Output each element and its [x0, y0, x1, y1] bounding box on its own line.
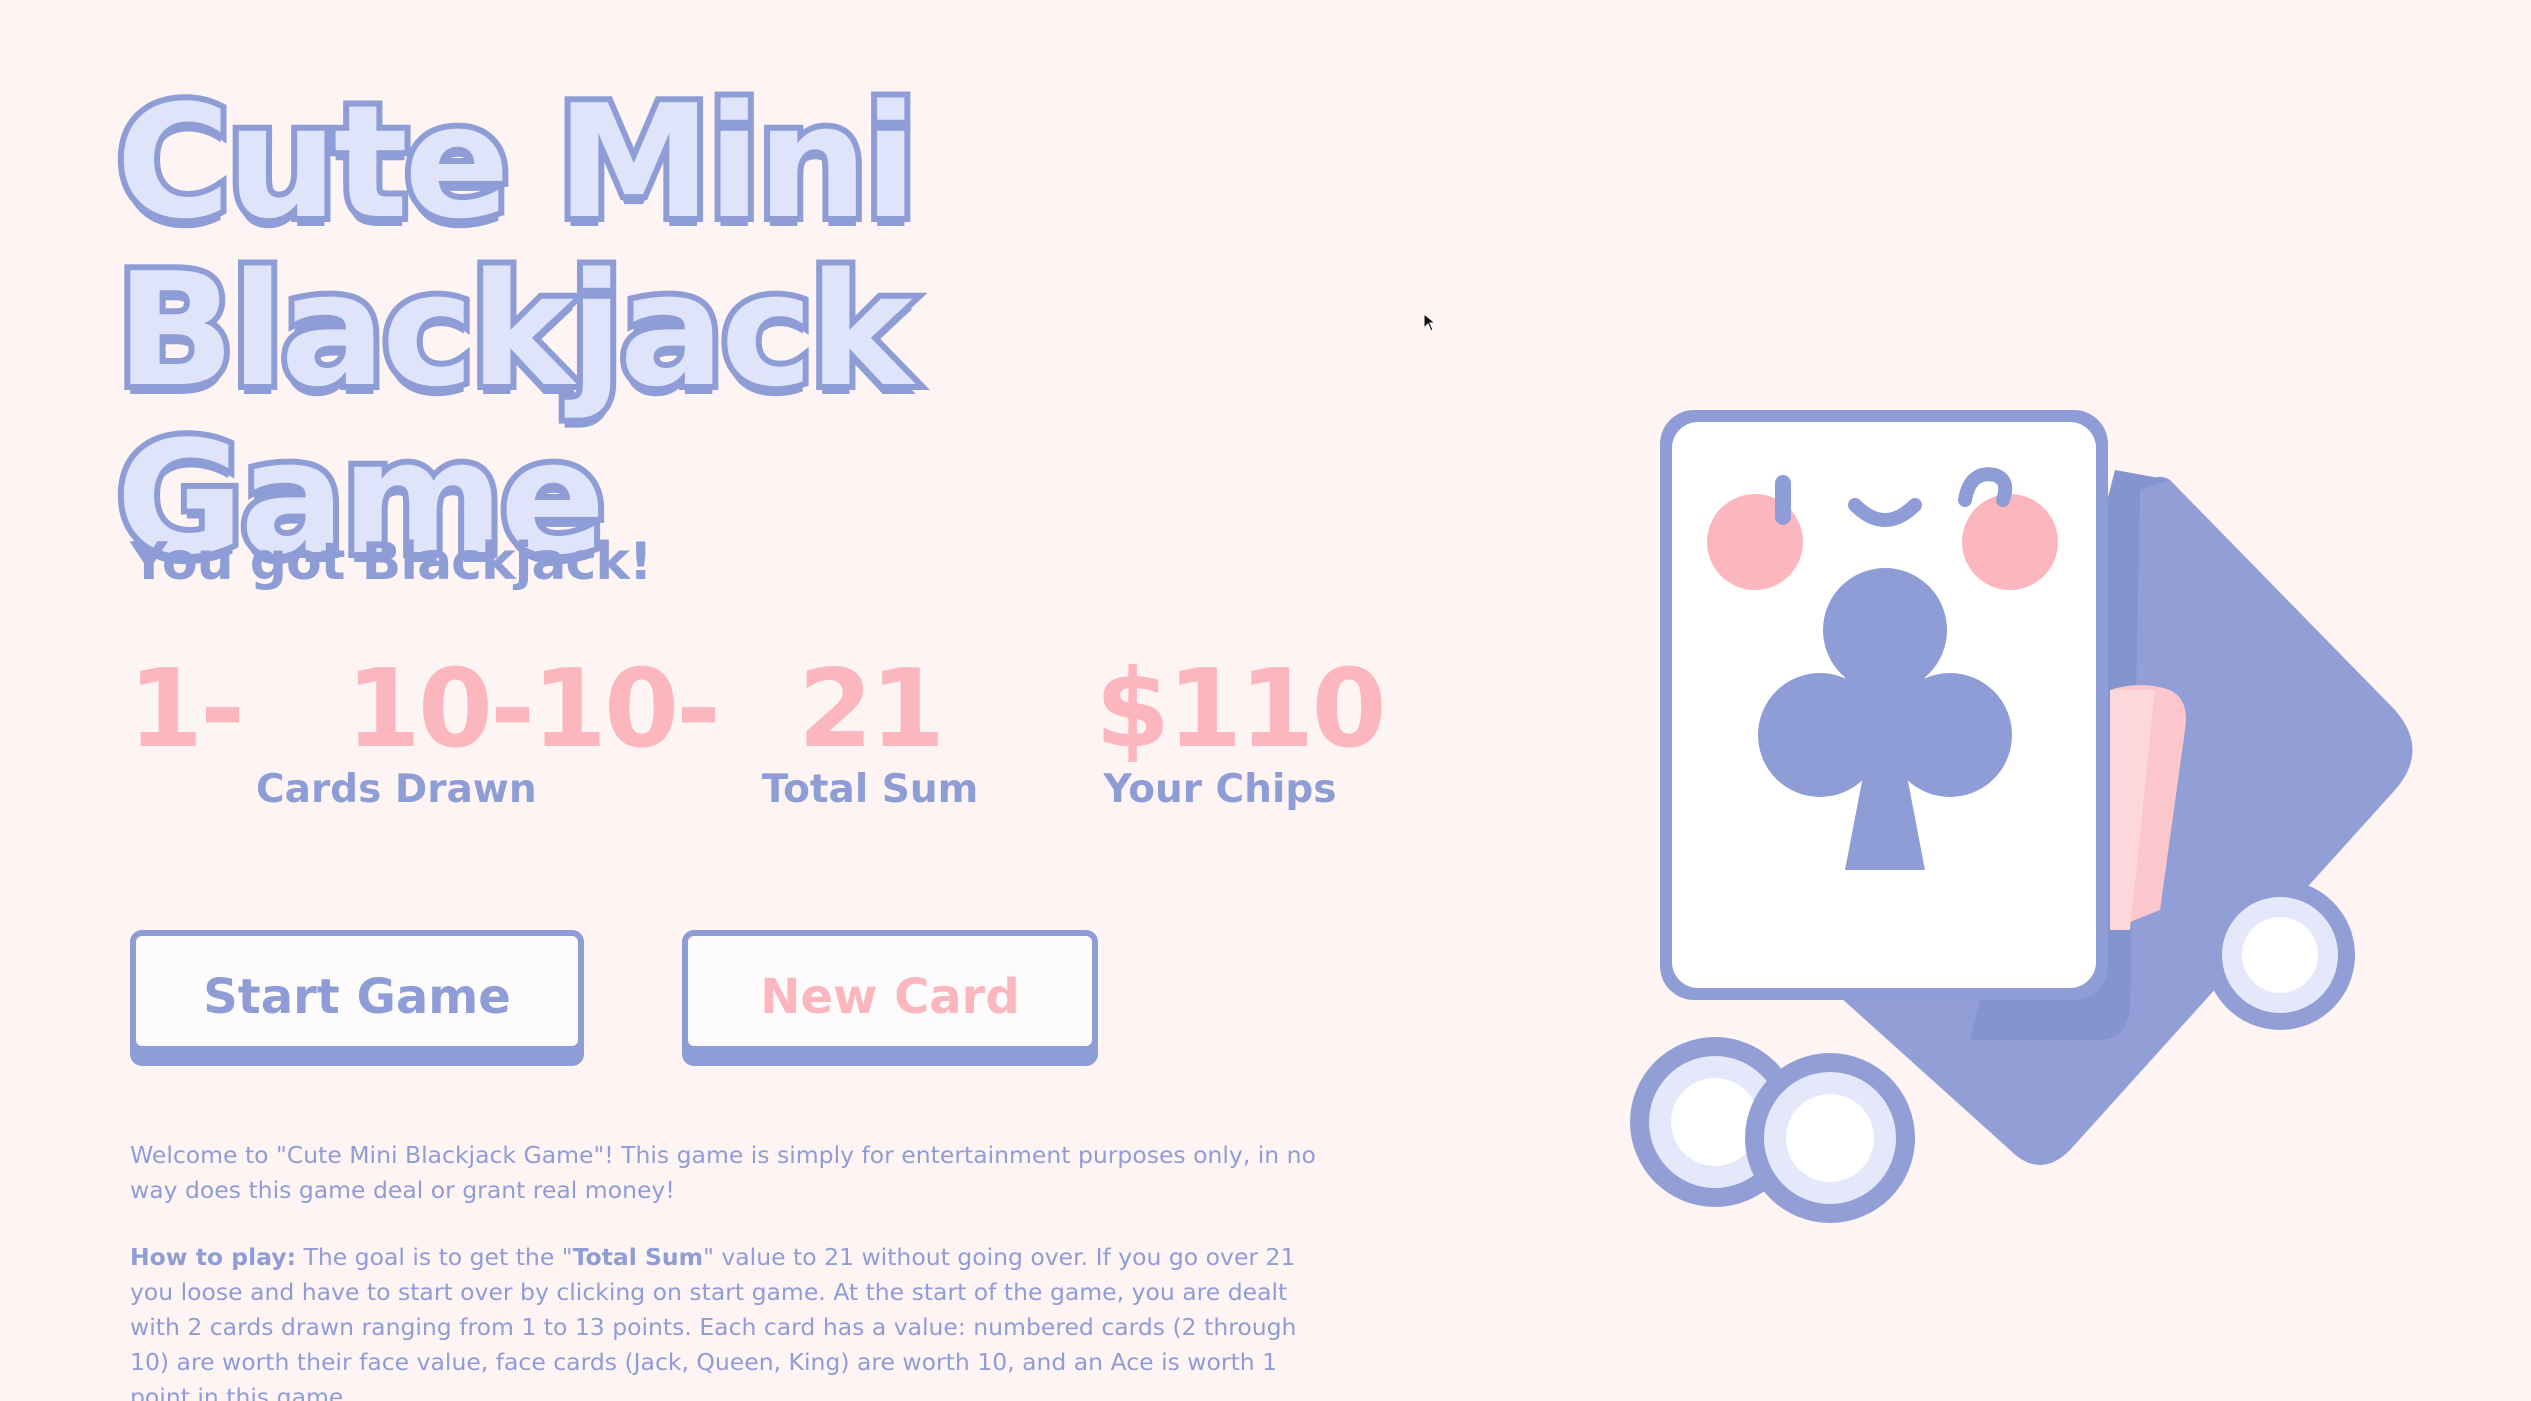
total-sum-stat: 21 Total Sum — [760, 645, 980, 812]
playing-card-icon — [1660, 410, 2108, 1000]
mouse-pointer-icon — [1423, 313, 1437, 332]
game-title: Cute Mini Blackjack Game — [110, 71, 1416, 588]
total-sum-label: Total Sum — [761, 767, 979, 812]
title-line-1: Cute Mini — [110, 71, 923, 253]
how-to-play-text: How to play: The goal is to get the "Tot… — [130, 1240, 1330, 1401]
intro-text: Welcome to "Cute Mini Blackjack Game"! T… — [130, 1141, 1316, 1204]
chips-label: Your Chips — [1103, 767, 1337, 812]
new-card-button[interactable]: New Card — [682, 930, 1098, 1052]
total-sum-value: 21 — [797, 647, 945, 772]
cards-drawn-value: 1- 10-10- — [128, 647, 721, 772]
cards-drawn-stat: 1- 10-10- Cards Drawn — [128, 645, 721, 812]
poker-chip-right-icon — [1745, 1053, 1915, 1223]
status-message: You got Blackjack! — [130, 532, 653, 592]
chips-stat: $110 Your Chips — [1095, 645, 1387, 812]
start-game-button[interactable]: Start Game — [130, 930, 584, 1052]
page: Cute Mini Blackjack Game You got Blackja… — [0, 0, 2531, 1401]
total-sum-highlight: Total Sum — [572, 1243, 704, 1271]
left-eye — [1775, 475, 1791, 525]
right-blush — [1962, 494, 2058, 590]
how-to-play-heading: How to play: — [130, 1243, 296, 1271]
cute-card-with-chips-illustration — [1630, 410, 2413, 1223]
how-to-play-part-1: The goal is to get the " — [296, 1243, 573, 1271]
poker-chip-icon — [2205, 880, 2355, 1030]
chips-value: $110 — [1095, 647, 1387, 772]
